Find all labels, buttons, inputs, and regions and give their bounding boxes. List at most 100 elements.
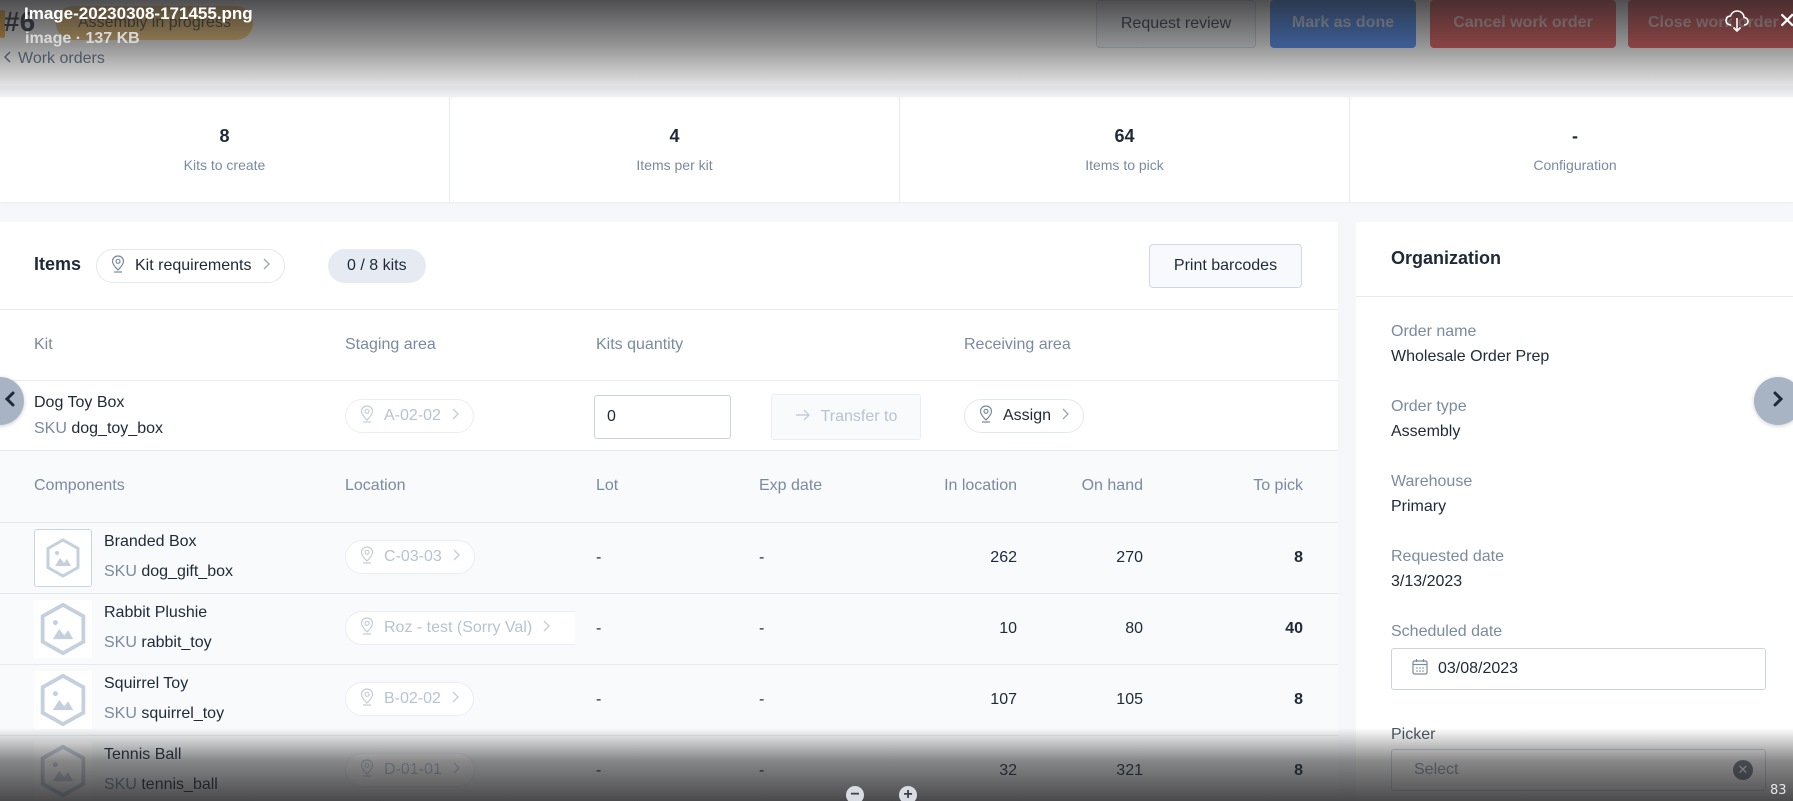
stat-value: 64 bbox=[1114, 126, 1135, 146]
component-name: Squirrel Toy bbox=[104, 675, 189, 692]
download-icon[interactable] bbox=[1724, 8, 1750, 34]
component-row[interactable]: Squirrel Toy SKU squirrel_toy B-02-02 - … bbox=[0, 665, 1338, 736]
scheduled-date-label: Scheduled date bbox=[1391, 623, 1503, 640]
zoom-in-button[interactable]: + bbox=[899, 786, 917, 801]
on-hand-value: 270 bbox=[1116, 549, 1143, 566]
stats-bar: 8 Kits to create 4 Items per kit 64 Item… bbox=[0, 97, 1793, 202]
stat-label: Items to pick bbox=[1085, 157, 1164, 173]
component-location-selector[interactable]: D-01-01 bbox=[345, 753, 475, 787]
order-name-label: Order name bbox=[1391, 323, 1477, 340]
warehouse-label: Warehouse bbox=[1391, 473, 1473, 490]
location-pin-icon bbox=[111, 254, 125, 278]
request-review-button[interactable]: Request review bbox=[1096, 0, 1256, 48]
component-sku: SKU tennis_ball bbox=[104, 776, 218, 794]
back-to-work-orders-link[interactable]: Work orders bbox=[3, 50, 105, 68]
warehouse-value: Primary bbox=[1391, 498, 1447, 515]
receiving-area-assign-button[interactable]: Assign bbox=[964, 399, 1085, 433]
component-name: Tennis Ball bbox=[104, 746, 182, 763]
component-row[interactable]: Tennis Ball SKU tennis_ball D-01-01 - - … bbox=[0, 736, 1338, 801]
stat-items-per-kit: 4 Items per kit bbox=[450, 97, 900, 202]
stat-label: Kits to create bbox=[183, 157, 266, 173]
staging-area-selector[interactable]: A-02-02 bbox=[345, 399, 474, 433]
location-pin-icon bbox=[360, 616, 374, 640]
col-receiving-area: Receiving area bbox=[964, 336, 1071, 353]
clear-icon[interactable]: ✕ bbox=[1733, 760, 1753, 780]
sku-value: rabbit_toy bbox=[141, 634, 212, 651]
to-pick-value: 8 bbox=[1294, 549, 1303, 566]
picker-label: Picker bbox=[1391, 726, 1436, 743]
lot-value: - bbox=[596, 620, 602, 637]
chevron-right-icon bbox=[542, 619, 551, 637]
exp-date-value: - bbox=[759, 620, 765, 637]
mark-as-done-button[interactable]: Mark as done bbox=[1270, 0, 1416, 48]
calendar-icon bbox=[1412, 658, 1428, 680]
components-table-header: Components Location Lot Exp date In loca… bbox=[0, 451, 1338, 523]
order-type-value: Assembly bbox=[1391, 423, 1461, 440]
zoom-out-button[interactable]: − bbox=[846, 786, 864, 801]
items-panel: Items Kit requirements 0 / 8 kits Print … bbox=[0, 222, 1338, 801]
col-kit: Kit bbox=[34, 336, 53, 353]
kit-name: Dog Toy Box bbox=[34, 394, 125, 411]
print-barcodes-button[interactable]: Print barcodes bbox=[1149, 244, 1302, 288]
in-location-value: 10 bbox=[999, 620, 1017, 637]
kits-quantity-stepper[interactable] bbox=[594, 395, 829, 439]
location-pin-icon bbox=[360, 404, 374, 428]
sku-prefix: SKU bbox=[104, 634, 137, 651]
component-sku: SKU dog_gift_box bbox=[104, 563, 233, 581]
component-row[interactable]: Branded Box SKU dog_gift_box C-03-03 - -… bbox=[0, 523, 1338, 594]
component-location-selector[interactable]: B-02-02 bbox=[345, 682, 474, 716]
picker-select[interactable]: Select ✕ bbox=[1391, 749, 1766, 791]
kit-requirements-label: Kit requirements bbox=[135, 257, 252, 274]
product-image-placeholder-icon bbox=[34, 742, 92, 800]
items-title: Items bbox=[34, 254, 82, 274]
chevron-left-icon bbox=[4, 391, 16, 412]
col-staging-area: Staging area bbox=[345, 336, 436, 353]
stat-label: Configuration bbox=[1533, 157, 1617, 173]
stat-items-to-pick: 64 Items to pick bbox=[900, 97, 1350, 202]
component-sku: SKU rabbit_toy bbox=[104, 634, 212, 652]
stat-kits-to-create: 8 Kits to create bbox=[0, 97, 450, 202]
to-pick-value: 8 bbox=[1294, 762, 1303, 779]
chevron-right-icon bbox=[452, 548, 460, 566]
items-panel-header: Items Kit requirements 0 / 8 kits Print … bbox=[0, 222, 1338, 310]
page-header: #6 Assembly in progress Work orders Requ… bbox=[0, 0, 1793, 86]
exp-date-value: - bbox=[759, 762, 765, 779]
col-location: Location bbox=[345, 477, 406, 494]
on-hand-value: 80 bbox=[1125, 620, 1143, 637]
col-on-hand: On hand bbox=[1081, 477, 1143, 494]
exp-date-value: - bbox=[759, 691, 765, 708]
zoom-level-readout: 83 bbox=[1770, 783, 1787, 798]
exp-date-value: - bbox=[759, 549, 765, 566]
kit-requirements-button[interactable]: Kit requirements bbox=[96, 249, 285, 283]
to-pick-value: 8 bbox=[1294, 691, 1303, 708]
order-name-value: Wholesale Order Prep bbox=[1391, 348, 1550, 365]
viewer-close-icon[interactable]: ✕ bbox=[1778, 8, 1793, 34]
col-components: Components bbox=[34, 477, 125, 494]
location-pin-icon bbox=[360, 758, 374, 782]
transfer-to-label: Transfer to bbox=[820, 408, 898, 425]
component-row[interactable]: Rabbit Plushie SKU rabbit_toy Roz - test… bbox=[0, 594, 1338, 665]
lot-value: - bbox=[596, 762, 602, 779]
component-location-selector[interactable]: C-03-03 bbox=[345, 540, 475, 574]
cancel-work-order-button[interactable]: Cancel work order bbox=[1430, 0, 1616, 48]
sku-value: tennis_ball bbox=[141, 776, 218, 793]
location-pin-icon bbox=[360, 545, 374, 569]
viewer-file-name: Image-20230308-171455.png bbox=[24, 4, 253, 23]
close-work-order-button[interactable]: Close work order bbox=[1628, 0, 1793, 48]
back-link-label: Work orders bbox=[18, 50, 105, 67]
product-image-placeholder-icon bbox=[34, 600, 92, 658]
component-location-selector[interactable]: Roz - test (Sorry Val) bbox=[345, 611, 575, 645]
kit-table-header: Kit Staging area Kits quantity Receiving… bbox=[0, 310, 1338, 381]
sku-prefix: SKU bbox=[104, 776, 137, 793]
scheduled-date-input[interactable]: 03/08/2023 bbox=[1391, 648, 1766, 690]
location-value: Roz - test (Sorry Val) bbox=[384, 619, 533, 636]
transfer-to-button[interactable]: Transfer to bbox=[771, 394, 921, 440]
on-hand-value: 105 bbox=[1116, 691, 1143, 708]
chevron-right-icon bbox=[451, 407, 459, 425]
product-image-placeholder-icon bbox=[34, 529, 92, 587]
location-pin-icon bbox=[360, 687, 374, 711]
kit-sku: SKU dog_toy_box bbox=[34, 420, 163, 438]
lot-value: - bbox=[596, 549, 602, 566]
organization-panel: Organization Order name Wholesale Order … bbox=[1356, 222, 1793, 801]
col-in-location: In location bbox=[944, 477, 1017, 494]
